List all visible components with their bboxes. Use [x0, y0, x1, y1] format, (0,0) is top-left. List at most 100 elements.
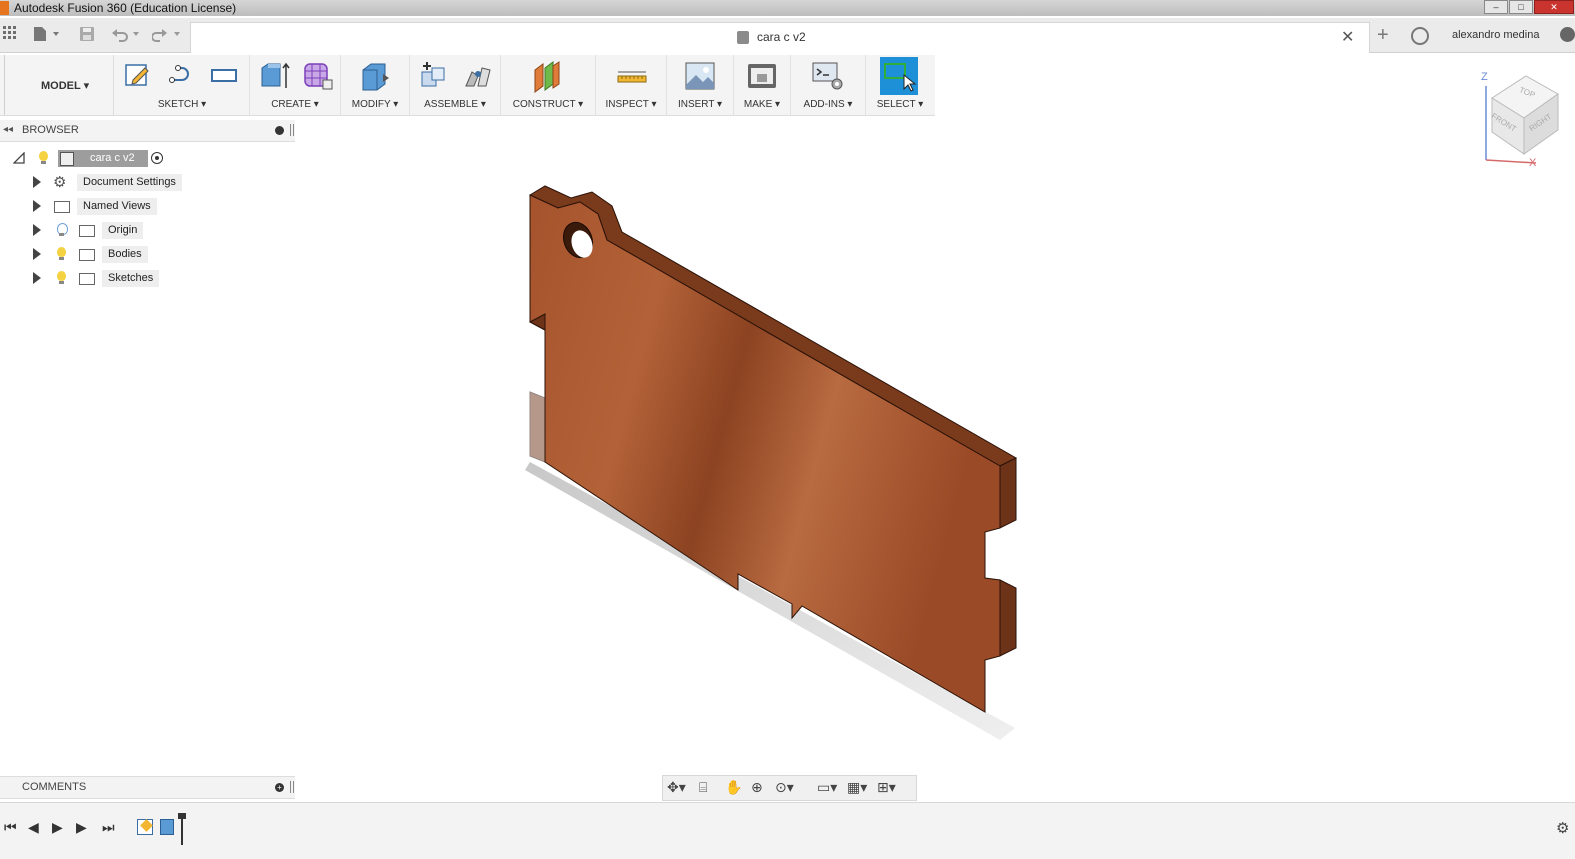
- comments-panel[interactable]: COMMENTS +: [0, 776, 295, 799]
- file-menu-icon[interactable]: [33, 26, 61, 47]
- viewport-3d-model[interactable]: [500, 170, 1040, 760]
- timeline-marker[interactable]: [178, 813, 186, 845]
- grid-settings-icon[interactable]: ▦▾: [847, 779, 867, 796]
- timeline-next-icon[interactable]: ▶: [76, 819, 87, 836]
- job-status-clock-icon[interactable]: [1411, 27, 1429, 45]
- fit-zoom-icon[interactable]: ⊙▾: [775, 779, 794, 796]
- add-ins-group-label: ADD-INS ▾: [803, 99, 853, 110]
- new-tab-button[interactable]: +: [1377, 24, 1389, 47]
- browser-pin-icon[interactable]: [290, 124, 294, 136]
- navigation-bar: ✥▾ ⌸ ✋ ⊕ ⊙▾ ▭▾ ▦▾ ⊞▾: [662, 775, 917, 801]
- component-icon: [60, 152, 74, 166]
- redo-icon[interactable]: [151, 26, 184, 47]
- assemble-group[interactable]: ASSEMBLE ▾: [410, 55, 501, 115]
- add-ins-group[interactable]: ADD-INS ▾: [791, 55, 866, 115]
- collapse-browser-icon[interactable]: ◂◂: [3, 124, 13, 135]
- visibility-bulb-icon[interactable]: [39, 151, 48, 161]
- viewports-icon[interactable]: ⊞▾: [877, 779, 896, 796]
- browser-item-label: Named Views: [77, 198, 157, 215]
- insert-image-icon[interactable]: [684, 60, 715, 90]
- collapse-triangle-icon[interactable]: [13, 152, 25, 164]
- timeline-first-icon[interactable]: ⏮: [4, 819, 17, 836]
- orbit-icon[interactable]: ✥▾: [667, 779, 686, 796]
- browser-item-origin[interactable]: Origin: [0, 220, 295, 244]
- sketch-group[interactable]: SKETCH ▾: [115, 55, 250, 115]
- activate-component-icon[interactable]: [151, 152, 163, 164]
- pan-hand-icon[interactable]: ✋: [725, 779, 742, 796]
- timeline-previous-icon[interactable]: ◀: [28, 819, 39, 836]
- visibility-bulb-icon[interactable]: [57, 247, 66, 257]
- joint-icon[interactable]: [462, 60, 492, 90]
- close-tab-icon[interactable]: ✕: [1341, 27, 1354, 47]
- expand-arrow-icon[interactable]: [33, 200, 48, 220]
- make-group[interactable]: MAKE ▾: [734, 55, 791, 115]
- browser-item-sketches[interactable]: Sketches: [0, 268, 295, 292]
- browser-item-bodies[interactable]: Bodies: [0, 244, 295, 268]
- close-window-button[interactable]: ✕: [1534, 0, 1574, 14]
- fusion-logo-icon: [0, 1, 9, 15]
- folder-icon: [79, 249, 95, 261]
- construct-group[interactable]: CONSTRUCT ▾: [501, 55, 596, 115]
- viewcube[interactable]: TOP FRONT RIGHT Z X: [1478, 68, 1568, 173]
- select-tool-icon[interactable]: [880, 57, 918, 95]
- timeline-play-icon[interactable]: ▶: [52, 819, 63, 836]
- browser-minimize-icon[interactable]: [275, 126, 284, 135]
- title-bar: [0, 0, 1575, 16]
- add-comment-icon[interactable]: +: [275, 783, 284, 792]
- press-pull-icon[interactable]: [359, 60, 389, 91]
- workspace-label: MODEL ▾: [41, 80, 90, 92]
- browser-item-label: Origin: [102, 222, 144, 239]
- create-sketch-icon[interactable]: [123, 60, 153, 90]
- select-group-label: SELECT ▾: [876, 99, 924, 110]
- insert-group[interactable]: INSERT ▾: [667, 55, 734, 115]
- browser-title: BROWSER: [22, 124, 79, 136]
- create-group[interactable]: CREATE ▾: [250, 55, 341, 115]
- browser-root-node[interactable]: cara c v2: [0, 148, 295, 168]
- folder-icon: [54, 201, 70, 213]
- offset-plane-icon[interactable]: [531, 60, 561, 93]
- assemble-group-label: ASSEMBLE ▾: [424, 99, 486, 110]
- create-group-label: CREATE ▾: [271, 99, 319, 110]
- comments-pin-icon[interactable]: [290, 781, 294, 793]
- 3d-print-icon[interactable]: [746, 60, 776, 90]
- minimize-button[interactable]: –: [1484, 0, 1508, 14]
- zoom-icon[interactable]: ⊕: [751, 779, 763, 796]
- new-component-icon[interactable]: [418, 60, 448, 90]
- expand-arrow-icon[interactable]: [33, 224, 48, 244]
- form-tspline-icon[interactable]: [302, 60, 333, 90]
- document-tab[interactable]: cara c v2 ✕: [190, 22, 1370, 53]
- modify-group[interactable]: MODIFY ▾: [341, 55, 410, 115]
- timeline-extrude-feature-icon[interactable]: [160, 819, 174, 835]
- timeline-settings-gear-icon[interactable]: ⚙: [1556, 819, 1569, 837]
- save-icon[interactable]: [79, 26, 95, 47]
- browser-item-named-views[interactable]: Named Views: [0, 196, 295, 220]
- user-account-name[interactable]: alexandro medina: [1452, 29, 1539, 41]
- scripts-addins-icon[interactable]: [811, 60, 843, 90]
- timeline-last-icon[interactable]: ⏭: [102, 819, 115, 836]
- browser-header[interactable]: ◂◂ BROWSER: [0, 120, 295, 142]
- help-icon[interactable]: [1560, 27, 1575, 42]
- maximize-button[interactable]: □: [1509, 0, 1533, 14]
- rectangle-tool-icon[interactable]: [209, 60, 239, 90]
- timeline-bar: ⏮ ◀ ▶ ▶ ⏭ ⚙: [0, 802, 1575, 859]
- browser-item-document-settings[interactable]: ⚙ Document Settings: [0, 172, 295, 196]
- extrude-icon[interactable]: [258, 60, 290, 90]
- expand-arrow-icon[interactable]: [33, 248, 48, 268]
- inspect-group-label: INSPECT ▾: [605, 99, 657, 110]
- select-group[interactable]: SELECT ▾: [866, 55, 934, 115]
- folder-icon: [79, 225, 95, 237]
- visibility-bulb-icon[interactable]: [57, 271, 66, 281]
- expand-arrow-icon[interactable]: [33, 272, 48, 292]
- line-tool-icon[interactable]: [167, 60, 197, 90]
- look-at-icon[interactable]: ⌸: [699, 779, 707, 796]
- expand-arrow-icon[interactable]: [33, 176, 48, 196]
- data-panel-grid-icon[interactable]: [3, 26, 17, 45]
- workspace-switcher[interactable]: MODEL ▾: [5, 55, 114, 115]
- gear-icon: ⚙: [53, 174, 67, 191]
- undo-icon[interactable]: [111, 26, 143, 47]
- inspect-group[interactable]: INSPECT ▾: [596, 55, 667, 115]
- model-main-face: [529, 194, 1001, 713]
- timeline-sketch-feature-icon[interactable]: [137, 819, 153, 835]
- measure-icon[interactable]: [616, 60, 647, 90]
- display-settings-icon[interactable]: ▭▾: [817, 779, 837, 796]
